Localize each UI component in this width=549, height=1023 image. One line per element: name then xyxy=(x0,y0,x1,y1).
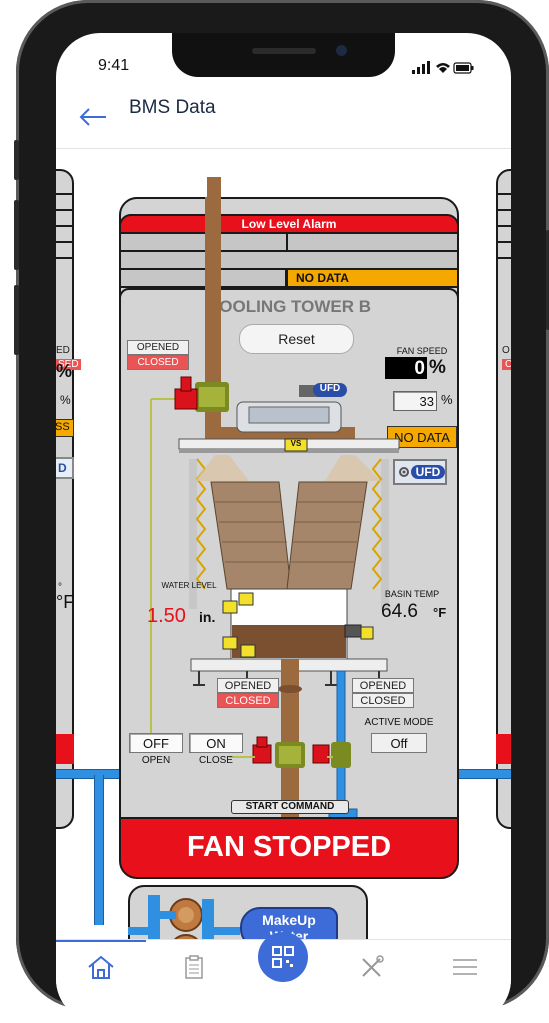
signal-wifi-battery-icon xyxy=(412,61,474,74)
left-fan-speed-pct: % xyxy=(56,361,73,381)
cooling-tower-b: Low Level Alarm NO DATA COOLING TOWER B … xyxy=(119,177,459,879)
vs-label: VS xyxy=(290,439,302,448)
open-command-field[interactable]: OFF xyxy=(129,733,183,753)
page-title: BMS Data xyxy=(129,97,216,118)
tab-active-indicator xyxy=(56,940,146,942)
menu-icon xyxy=(453,959,477,975)
front-camera xyxy=(336,45,347,56)
left-valve-opened: ED xyxy=(56,345,70,356)
active-mode-label: ACTIVE MODE xyxy=(364,717,434,728)
bottom-right-valve-closed: CLOSED xyxy=(352,693,414,708)
left-vfd-icon[interactable]: D xyxy=(56,457,74,479)
clipboard-icon xyxy=(185,955,203,979)
basin-temp-value: 64.6 xyxy=(381,601,418,622)
phone-frame: 9:41 BMS Data ED SED % % SS D ° °F O C L… xyxy=(14,0,549,1023)
status-time: 9:41 xyxy=(98,57,130,74)
right-tower-partial xyxy=(496,169,511,849)
makeup-supply-pipe xyxy=(94,775,104,925)
bottom-left-valve-opened: OPENED xyxy=(217,678,279,693)
tab-menu[interactable] xyxy=(451,956,479,978)
bottom-left-valve-closed: CLOSED xyxy=(217,693,279,708)
left-setpoint-pct: % xyxy=(60,393,71,407)
mute-switch xyxy=(14,140,19,180)
makeup-water-unit: MakeUp Water xyxy=(128,885,368,939)
active-mode-value: Off xyxy=(371,733,427,753)
right-valve-closed: C xyxy=(502,359,511,370)
left-basin-unit: °F xyxy=(56,592,75,612)
close-command-field[interactable]: ON xyxy=(189,733,243,753)
basin-temp-label: BASIN TEMP xyxy=(384,589,440,599)
open-label: OPEN xyxy=(141,755,171,766)
tools-icon xyxy=(362,955,384,977)
volume-up-button xyxy=(14,200,19,270)
scada-viewport: ED SED % % SS D ° °F O C Low Level Alarm… xyxy=(56,149,511,939)
tab-bar xyxy=(56,932,511,1023)
tab-reports[interactable] xyxy=(181,954,207,980)
phone-notch xyxy=(172,33,395,77)
arrow-left-icon xyxy=(79,108,106,126)
phone-speaker xyxy=(252,48,316,54)
fan-vfd-badge: UFD xyxy=(313,383,347,397)
left-tower-partial xyxy=(56,169,76,849)
fan-status-banner: FAN STOPPED xyxy=(119,817,459,879)
back-button[interactable] xyxy=(78,105,108,129)
bottom-right-valve-opened: OPENED xyxy=(352,678,414,693)
tab-scan[interactable] xyxy=(258,932,308,982)
app-screen: 9:41 BMS Data ED SED % % SS D ° °F O C L… xyxy=(56,33,511,1023)
volume-down-button xyxy=(14,285,19,355)
right-valve-opened: O xyxy=(502,345,510,356)
home-icon xyxy=(88,955,114,979)
water-level-unit: in. xyxy=(199,609,216,625)
basin-temp-unit: °F xyxy=(433,605,447,620)
status-icons xyxy=(412,61,474,80)
qr-code-icon xyxy=(272,946,294,968)
tab-home[interactable] xyxy=(86,954,116,980)
water-level-value: 1.50 xyxy=(147,605,186,627)
left-no-data: SS xyxy=(56,419,74,437)
tab-tools[interactable] xyxy=(358,954,386,980)
water-level-label: WATER LEVEL xyxy=(161,581,217,590)
start-command-button[interactable]: START COMMAND xyxy=(231,800,349,814)
close-label: CLOSE xyxy=(199,755,233,766)
